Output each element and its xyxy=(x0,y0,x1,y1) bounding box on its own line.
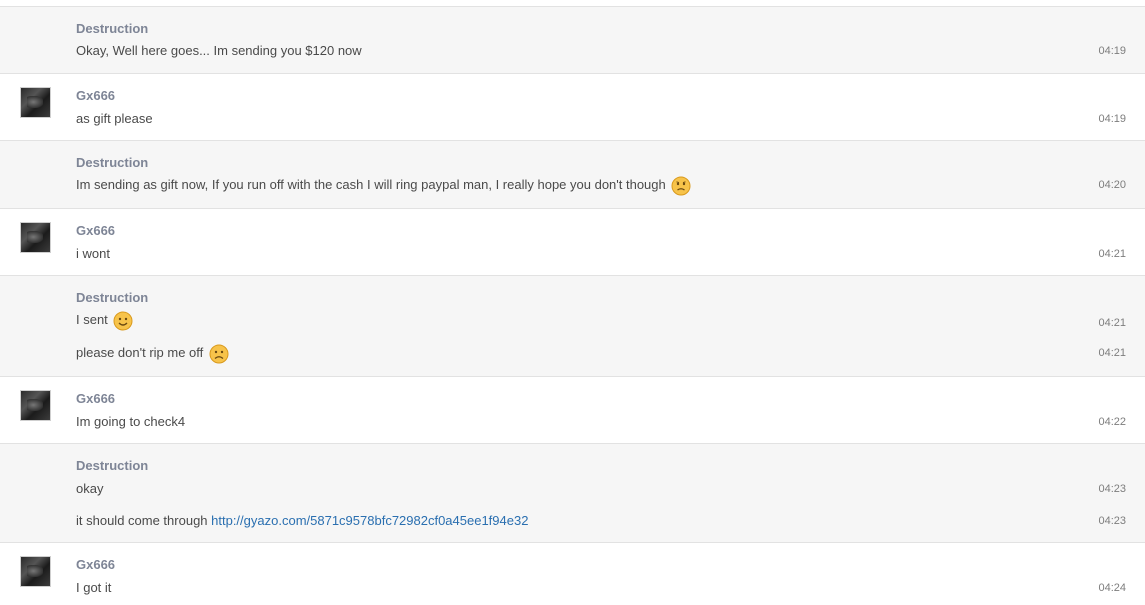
timestamp: 04:20 xyxy=(1098,179,1126,191)
timestamp: 04:24 xyxy=(1098,582,1126,594)
frowning-face-icon xyxy=(209,344,229,364)
message-group: Destruction Im sending as gift now, If y… xyxy=(0,141,1145,209)
author-name[interactable]: Gx666 xyxy=(76,223,115,238)
message-line: I got it 04:24 xyxy=(76,578,1145,598)
timestamp: 04:23 xyxy=(1098,483,1126,495)
message-line: Im sending as gift now, If you run off w… xyxy=(76,175,1145,196)
message-line: I sent 04:21 xyxy=(76,310,1145,331)
message-text: as gift please xyxy=(76,111,153,126)
message-line: as gift please 04:19 xyxy=(76,109,1145,129)
timestamp: 04:21 xyxy=(1098,347,1126,359)
chat-log: Destruction Okay, Well here goes... Im s… xyxy=(0,6,1145,605)
smiley-face-icon xyxy=(113,311,133,331)
timestamp: 04:22 xyxy=(1098,416,1126,428)
message-text: I sent xyxy=(76,310,133,331)
message-line: it should come through http://gyazo.com/… xyxy=(76,511,1145,531)
timestamp: 04:19 xyxy=(1098,45,1126,57)
message-line: okay 04:23 xyxy=(76,479,1145,499)
avatar[interactable] xyxy=(21,557,50,586)
message-text: Im going to check4 xyxy=(76,414,186,429)
message-text: Okay, Well here goes... Im sending you $… xyxy=(76,43,362,58)
author-name[interactable]: Gx666 xyxy=(76,557,115,572)
message-text-content: Im sending as gift now, If you run off w… xyxy=(76,177,666,192)
timestamp: 04:21 xyxy=(1098,317,1126,329)
timestamp: 04:23 xyxy=(1098,515,1126,527)
author-name[interactable]: Destruction xyxy=(76,458,148,473)
worried-face-icon xyxy=(671,176,691,196)
message-group: Gx666 Im going to check4 04:22 xyxy=(0,377,1145,444)
message-text-content: I sent xyxy=(76,312,108,327)
message-text-content: please don't rip me off xyxy=(76,345,204,360)
avatar[interactable] xyxy=(21,88,50,117)
message-text-content: it should come through xyxy=(76,513,212,528)
gyazo-link[interactable]: http://gyazo.com/5871c9578bfc72982cf0a45… xyxy=(211,513,528,528)
message-text: please don't rip me off xyxy=(76,343,229,364)
message-group: Destruction Okay, Well here goes... Im s… xyxy=(0,7,1145,74)
message-text: okay xyxy=(76,481,104,496)
message-group: Destruction okay 04:23 it should come th… xyxy=(0,444,1145,543)
message-group: Gx666 as gift please 04:19 xyxy=(0,74,1145,141)
author-name[interactable]: Destruction xyxy=(76,21,148,36)
message-text: I got it xyxy=(76,580,112,595)
author-name[interactable]: Destruction xyxy=(76,290,148,305)
message-line: i wont 04:21 xyxy=(76,244,1145,264)
avatar[interactable] xyxy=(21,391,50,420)
timestamp: 04:19 xyxy=(1098,113,1126,125)
author-name[interactable]: Gx666 xyxy=(76,391,115,406)
message-group: Destruction I sent 04:21 please don't ri… xyxy=(0,276,1145,377)
author-name[interactable]: Gx666 xyxy=(76,88,115,103)
avatar[interactable] xyxy=(21,223,50,252)
message-text: i wont xyxy=(76,246,110,261)
message-line: Im going to check4 04:22 xyxy=(76,412,1145,432)
message-text: Im sending as gift now, If you run off w… xyxy=(76,175,691,196)
timestamp: 04:21 xyxy=(1098,248,1126,260)
author-name[interactable]: Destruction xyxy=(76,155,148,170)
message-text: it should come through http://gyazo.com/… xyxy=(76,511,528,531)
message-line: Okay, Well here goes... Im sending you $… xyxy=(76,41,1145,61)
message-group: Gx666 I got it 04:24 xyxy=(0,543,1145,605)
message-line: please don't rip me off 04:21 xyxy=(76,343,1145,364)
message-group: Gx666 i wont 04:21 xyxy=(0,209,1145,276)
